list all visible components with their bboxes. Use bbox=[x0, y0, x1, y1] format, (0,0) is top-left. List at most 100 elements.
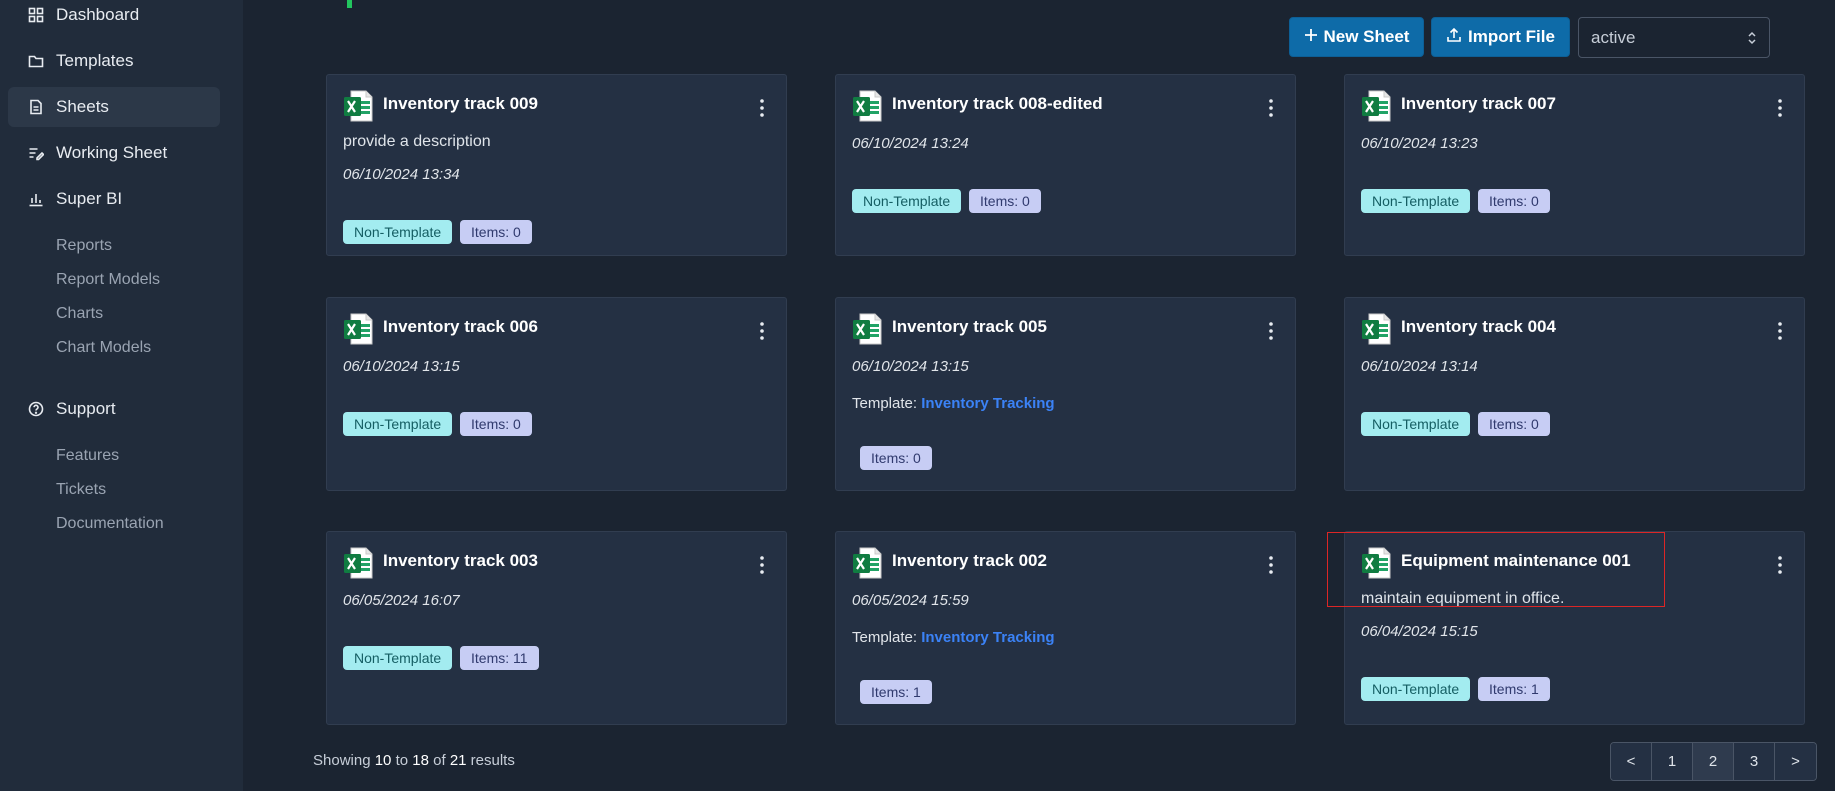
import-file-label: Import File bbox=[1468, 27, 1555, 46]
sheet-title[interactable]: Inventory track 006 bbox=[383, 317, 538, 337]
import-file-button[interactable]: Import File bbox=[1431, 17, 1570, 57]
sheet-card[interactable]: Inventory track 009 provide a description… bbox=[326, 74, 787, 256]
excel-file-icon bbox=[343, 90, 373, 122]
sheet-card[interactable]: Inventory track 007 06/10/2024 13:23 Non-T… bbox=[1344, 74, 1805, 256]
sheet-title[interactable]: Inventory track 007 bbox=[1401, 94, 1556, 114]
sheet-title[interactable]: Inventory track 005 bbox=[892, 317, 1047, 337]
sheet-date: 06/10/2024 13:14 bbox=[1361, 358, 1478, 375]
sidebar-subitem-features[interactable]: Features bbox=[56, 447, 119, 465]
type-badge: Non-Template bbox=[343, 646, 453, 670]
template-link[interactable]: Inventory Tracking bbox=[921, 395, 1054, 412]
excel-file-icon bbox=[343, 547, 373, 579]
more-options-icon[interactable] bbox=[1778, 556, 1782, 574]
new-sheet-label: New Sheet bbox=[1323, 27, 1410, 46]
type-badge: Non-Template bbox=[343, 220, 453, 244]
more-options-icon[interactable] bbox=[1778, 322, 1782, 340]
sheet-template: Template: Inventory Tracking bbox=[852, 395, 1055, 412]
status-filter-value: active bbox=[1591, 27, 1636, 47]
items-badge: Items: 0 bbox=[460, 220, 532, 244]
pagination: < 1 2 3 > bbox=[1610, 742, 1817, 781]
sidebar-item-label: Templates bbox=[56, 51, 134, 70]
more-options-icon[interactable] bbox=[1269, 322, 1273, 340]
new-sheet-button[interactable]: New Sheet bbox=[1289, 17, 1424, 57]
page-1-button[interactable]: 1 bbox=[1652, 743, 1693, 780]
sheet-date: 06/04/2024 15:15 bbox=[1361, 623, 1478, 640]
sheet-date: 06/10/2024 13:23 bbox=[1361, 135, 1478, 152]
sidebar-item-label: Sheets bbox=[56, 97, 109, 116]
sheet-date: 06/10/2024 13:34 bbox=[343, 166, 460, 183]
next-page-button[interactable]: > bbox=[1775, 743, 1816, 780]
excel-file-icon bbox=[1361, 313, 1391, 345]
grid-icon bbox=[26, 5, 46, 25]
page-3-button[interactable]: 3 bbox=[1734, 743, 1775, 780]
excel-file-icon bbox=[852, 547, 882, 579]
sheet-title[interactable]: Inventory track 004 bbox=[1401, 317, 1556, 337]
results-summary: Showing 10 to 18 of 21 results bbox=[313, 752, 515, 769]
sidebar-item-dashboard[interactable]: Dashboard bbox=[8, 0, 220, 35]
sidebar-subitem-reports[interactable]: Reports bbox=[56, 237, 112, 255]
document-icon bbox=[26, 97, 46, 117]
sheet-title[interactable]: Inventory track 002 bbox=[892, 551, 1047, 571]
sidebar: Dashboard Templates Sheets Working Sheet… bbox=[0, 0, 243, 791]
excel-file-icon bbox=[852, 90, 882, 122]
sidebar-subitem-chart-models[interactable]: Chart Models bbox=[56, 339, 151, 357]
bar-chart-icon bbox=[26, 189, 46, 209]
upload-icon bbox=[1446, 27, 1462, 48]
sheet-card[interactable]: Inventory track 003 06/05/2024 16:07 Non-T… bbox=[326, 531, 787, 725]
sheet-description: provide a description bbox=[343, 133, 491, 150]
type-badge: Non-Template bbox=[343, 412, 453, 436]
sheet-date: 06/05/2024 15:59 bbox=[852, 592, 969, 609]
sidebar-item-sheets[interactable]: Sheets bbox=[8, 87, 220, 127]
more-options-icon[interactable] bbox=[1269, 99, 1273, 117]
sheet-card[interactable]: Inventory track 008-edited 06/10/2024 13:… bbox=[835, 74, 1296, 256]
sheet-title[interactable]: Inventory track 003 bbox=[383, 551, 538, 571]
folder-icon bbox=[26, 51, 46, 71]
sidebar-item-label: Super BI bbox=[56, 189, 123, 208]
items-badge: Items: 0 bbox=[1478, 412, 1550, 436]
more-options-icon[interactable] bbox=[760, 556, 764, 574]
items-badge: Items: 0 bbox=[460, 412, 532, 436]
sidebar-subitem-charts[interactable]: Charts bbox=[56, 305, 103, 323]
items-badge: Items: 0 bbox=[1478, 189, 1550, 213]
items-badge: Items: 0 bbox=[969, 189, 1041, 213]
sidebar-item-label: Dashboard bbox=[56, 5, 140, 24]
chevron-updown-icon bbox=[1747, 29, 1757, 47]
excel-file-icon bbox=[1361, 90, 1391, 122]
more-options-icon[interactable] bbox=[1269, 556, 1273, 574]
type-badge: Non-Template bbox=[1361, 412, 1471, 436]
selection-highlight bbox=[1327, 532, 1665, 607]
status-filter-select[interactable]: active bbox=[1578, 17, 1770, 58]
sheet-date: 06/10/2024 13:15 bbox=[343, 358, 460, 375]
items-badge: Items: 1 bbox=[860, 680, 932, 704]
sidebar-item-label: Working Sheet bbox=[56, 143, 168, 162]
sheet-date: 06/10/2024 13:24 bbox=[852, 135, 969, 152]
more-options-icon[interactable] bbox=[1778, 99, 1782, 117]
sidebar-item-super-bi[interactable]: Super BI bbox=[8, 179, 220, 219]
sidebar-subitem-tickets[interactable]: Tickets bbox=[56, 481, 106, 499]
template-link[interactable]: Inventory Tracking bbox=[921, 629, 1054, 646]
edit-list-icon bbox=[26, 143, 46, 163]
sheet-template: Template: Inventory Tracking bbox=[852, 629, 1055, 646]
items-badge: Items: 1 bbox=[1478, 677, 1550, 701]
plus-icon bbox=[1304, 27, 1318, 47]
type-badge: Non-Template bbox=[1361, 677, 1471, 701]
sidebar-item-support[interactable]: Support bbox=[8, 389, 220, 429]
sidebar-item-templates[interactable]: Templates bbox=[8, 41, 220, 81]
type-badge: Non-Template bbox=[852, 189, 962, 213]
sheet-title[interactable]: Inventory track 009 bbox=[383, 94, 538, 114]
sheet-card[interactable]: Inventory track 002 06/05/2024 15:59 Templ… bbox=[835, 531, 1296, 725]
more-options-icon[interactable] bbox=[760, 322, 764, 340]
sidebar-subitem-report-models[interactable]: Report Models bbox=[56, 271, 160, 289]
sheet-card[interactable]: Inventory track 004 06/10/2024 13:14 Non-T… bbox=[1344, 297, 1805, 491]
prev-page-button[interactable]: < bbox=[1611, 743, 1652, 780]
more-options-icon[interactable] bbox=[760, 99, 764, 117]
sheet-title[interactable]: Inventory track 008-edited bbox=[892, 94, 1103, 114]
sheet-card[interactable]: Inventory track 005 06/10/2024 13:15 Templ… bbox=[835, 297, 1296, 491]
sheet-card[interactable]: Inventory track 006 06/10/2024 13:15 Non-T… bbox=[326, 297, 787, 491]
sidebar-item-working-sheet[interactable]: Working Sheet bbox=[8, 133, 220, 173]
page-2-button[interactable]: 2 bbox=[1693, 743, 1734, 780]
sheet-date: 06/05/2024 16:07 bbox=[343, 592, 460, 609]
items-badge: Items: 11 bbox=[460, 646, 539, 670]
sidebar-subitem-documentation[interactable]: Documentation bbox=[56, 515, 164, 533]
excel-file-icon bbox=[343, 313, 373, 345]
